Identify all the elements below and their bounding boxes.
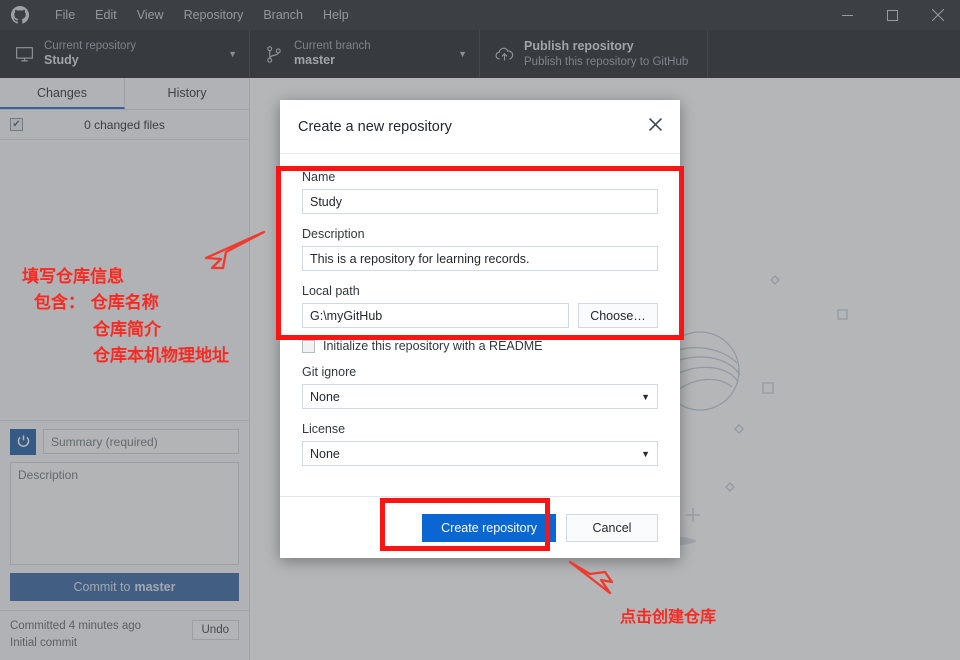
local-path-input[interactable]: G:\myGitHub (302, 303, 569, 328)
name-input[interactable]: Study (302, 189, 658, 214)
create-repository-dialog: Create a new repository Name Study Descr… (280, 100, 680, 558)
choose-button[interactable]: Choose… (578, 303, 658, 328)
dialog-header: Create a new repository (280, 100, 680, 154)
create-repository-button[interactable]: Create repository (422, 513, 556, 542)
local-path-label: Local path (302, 284, 360, 298)
cancel-button[interactable]: Cancel (566, 513, 658, 542)
gitignore-label: Git ignore (302, 365, 357, 379)
description-input[interactable]: This is a repository for learning record… (302, 246, 658, 271)
readme-label: Initialize this repository with a README (323, 339, 543, 353)
dialog-body: Name Study Description This is a reposit… (280, 154, 680, 496)
readme-checkbox[interactable] (302, 339, 315, 353)
chevron-down-icon: ▼ (641, 448, 650, 459)
dialog-title: Create a new repository (298, 118, 452, 135)
readme-row[interactable]: Initialize this repository with a README (302, 339, 658, 353)
annotation-bottom-note: 点击创建仓库 (620, 607, 717, 626)
annotation-left-note: 填写仓库信息 包含： 仓库名称 仓库简介 仓库本机物理地址 (22, 267, 230, 367)
chevron-down-icon: ▼ (641, 391, 650, 402)
license-label: License (302, 422, 346, 436)
local-path-row: G:\myGitHub Choose… (302, 303, 658, 328)
dialog-footer: Create repository Cancel (280, 496, 680, 558)
name-label: Name (302, 170, 336, 184)
github-desktop-window: n Explorer? File Edit View Repository Br… (0, 0, 960, 660)
license-value: None (310, 446, 340, 461)
close-icon[interactable] (649, 118, 662, 135)
gitignore-value: None (310, 389, 340, 404)
description-label: Description (302, 227, 365, 241)
license-select[interactable]: None ▼ (302, 441, 658, 466)
gitignore-select[interactable]: None ▼ (302, 384, 658, 409)
